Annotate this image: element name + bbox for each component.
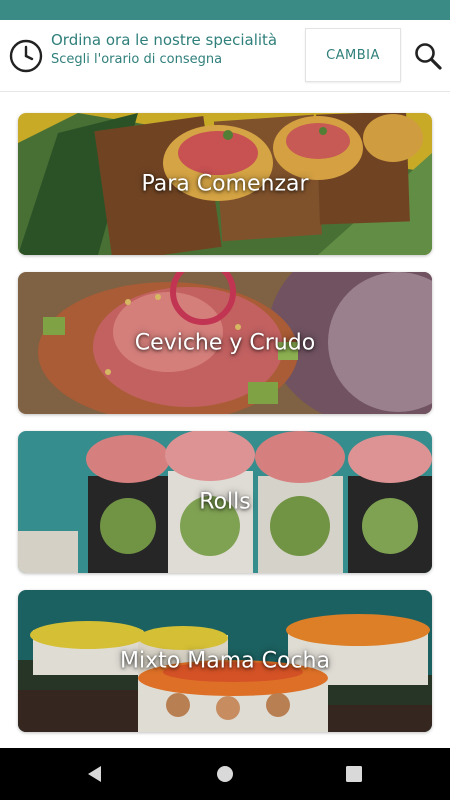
clock-icon bbox=[9, 39, 43, 73]
category-title: Para Comenzar bbox=[141, 171, 309, 197]
back-icon[interactable] bbox=[83, 762, 107, 786]
delivery-header: Ordina ora le nostre specialità Scegli l… bbox=[0, 20, 450, 92]
category-card-rolls[interactable]: Rolls bbox=[18, 431, 432, 573]
search-icon[interactable] bbox=[413, 41, 443, 71]
delivery-info: Ordina ora le nostre specialità Scegli l… bbox=[51, 30, 296, 70]
category-title: Mixto Mama Cocha bbox=[120, 648, 330, 674]
category-title: Rolls bbox=[199, 489, 251, 515]
change-time-button[interactable]: CAMBIA bbox=[305, 28, 401, 82]
category-card-para-comenzar[interactable]: Para Comenzar bbox=[18, 113, 432, 255]
system-nav-bar bbox=[0, 748, 450, 800]
header-title: Ordina ora le nostre specialità bbox=[51, 31, 278, 49]
category-title: Ceviche y Crudo bbox=[134, 330, 316, 356]
category-card-mixto-mama-cocha[interactable]: Mixto Mama Cocha bbox=[18, 590, 432, 732]
category-list[interactable]: Para Comenzar Ceviche y Crudo Rolls Mixt… bbox=[0, 92, 450, 748]
category-card-ceviche-y-crudo[interactable]: Ceviche y Crudo bbox=[18, 272, 432, 414]
recents-icon[interactable] bbox=[342, 762, 366, 786]
delivery-time-prompt[interactable]: Scegli l'orario di consegna bbox=[51, 50, 296, 70]
status-bar bbox=[0, 0, 450, 20]
home-icon[interactable] bbox=[213, 762, 237, 786]
